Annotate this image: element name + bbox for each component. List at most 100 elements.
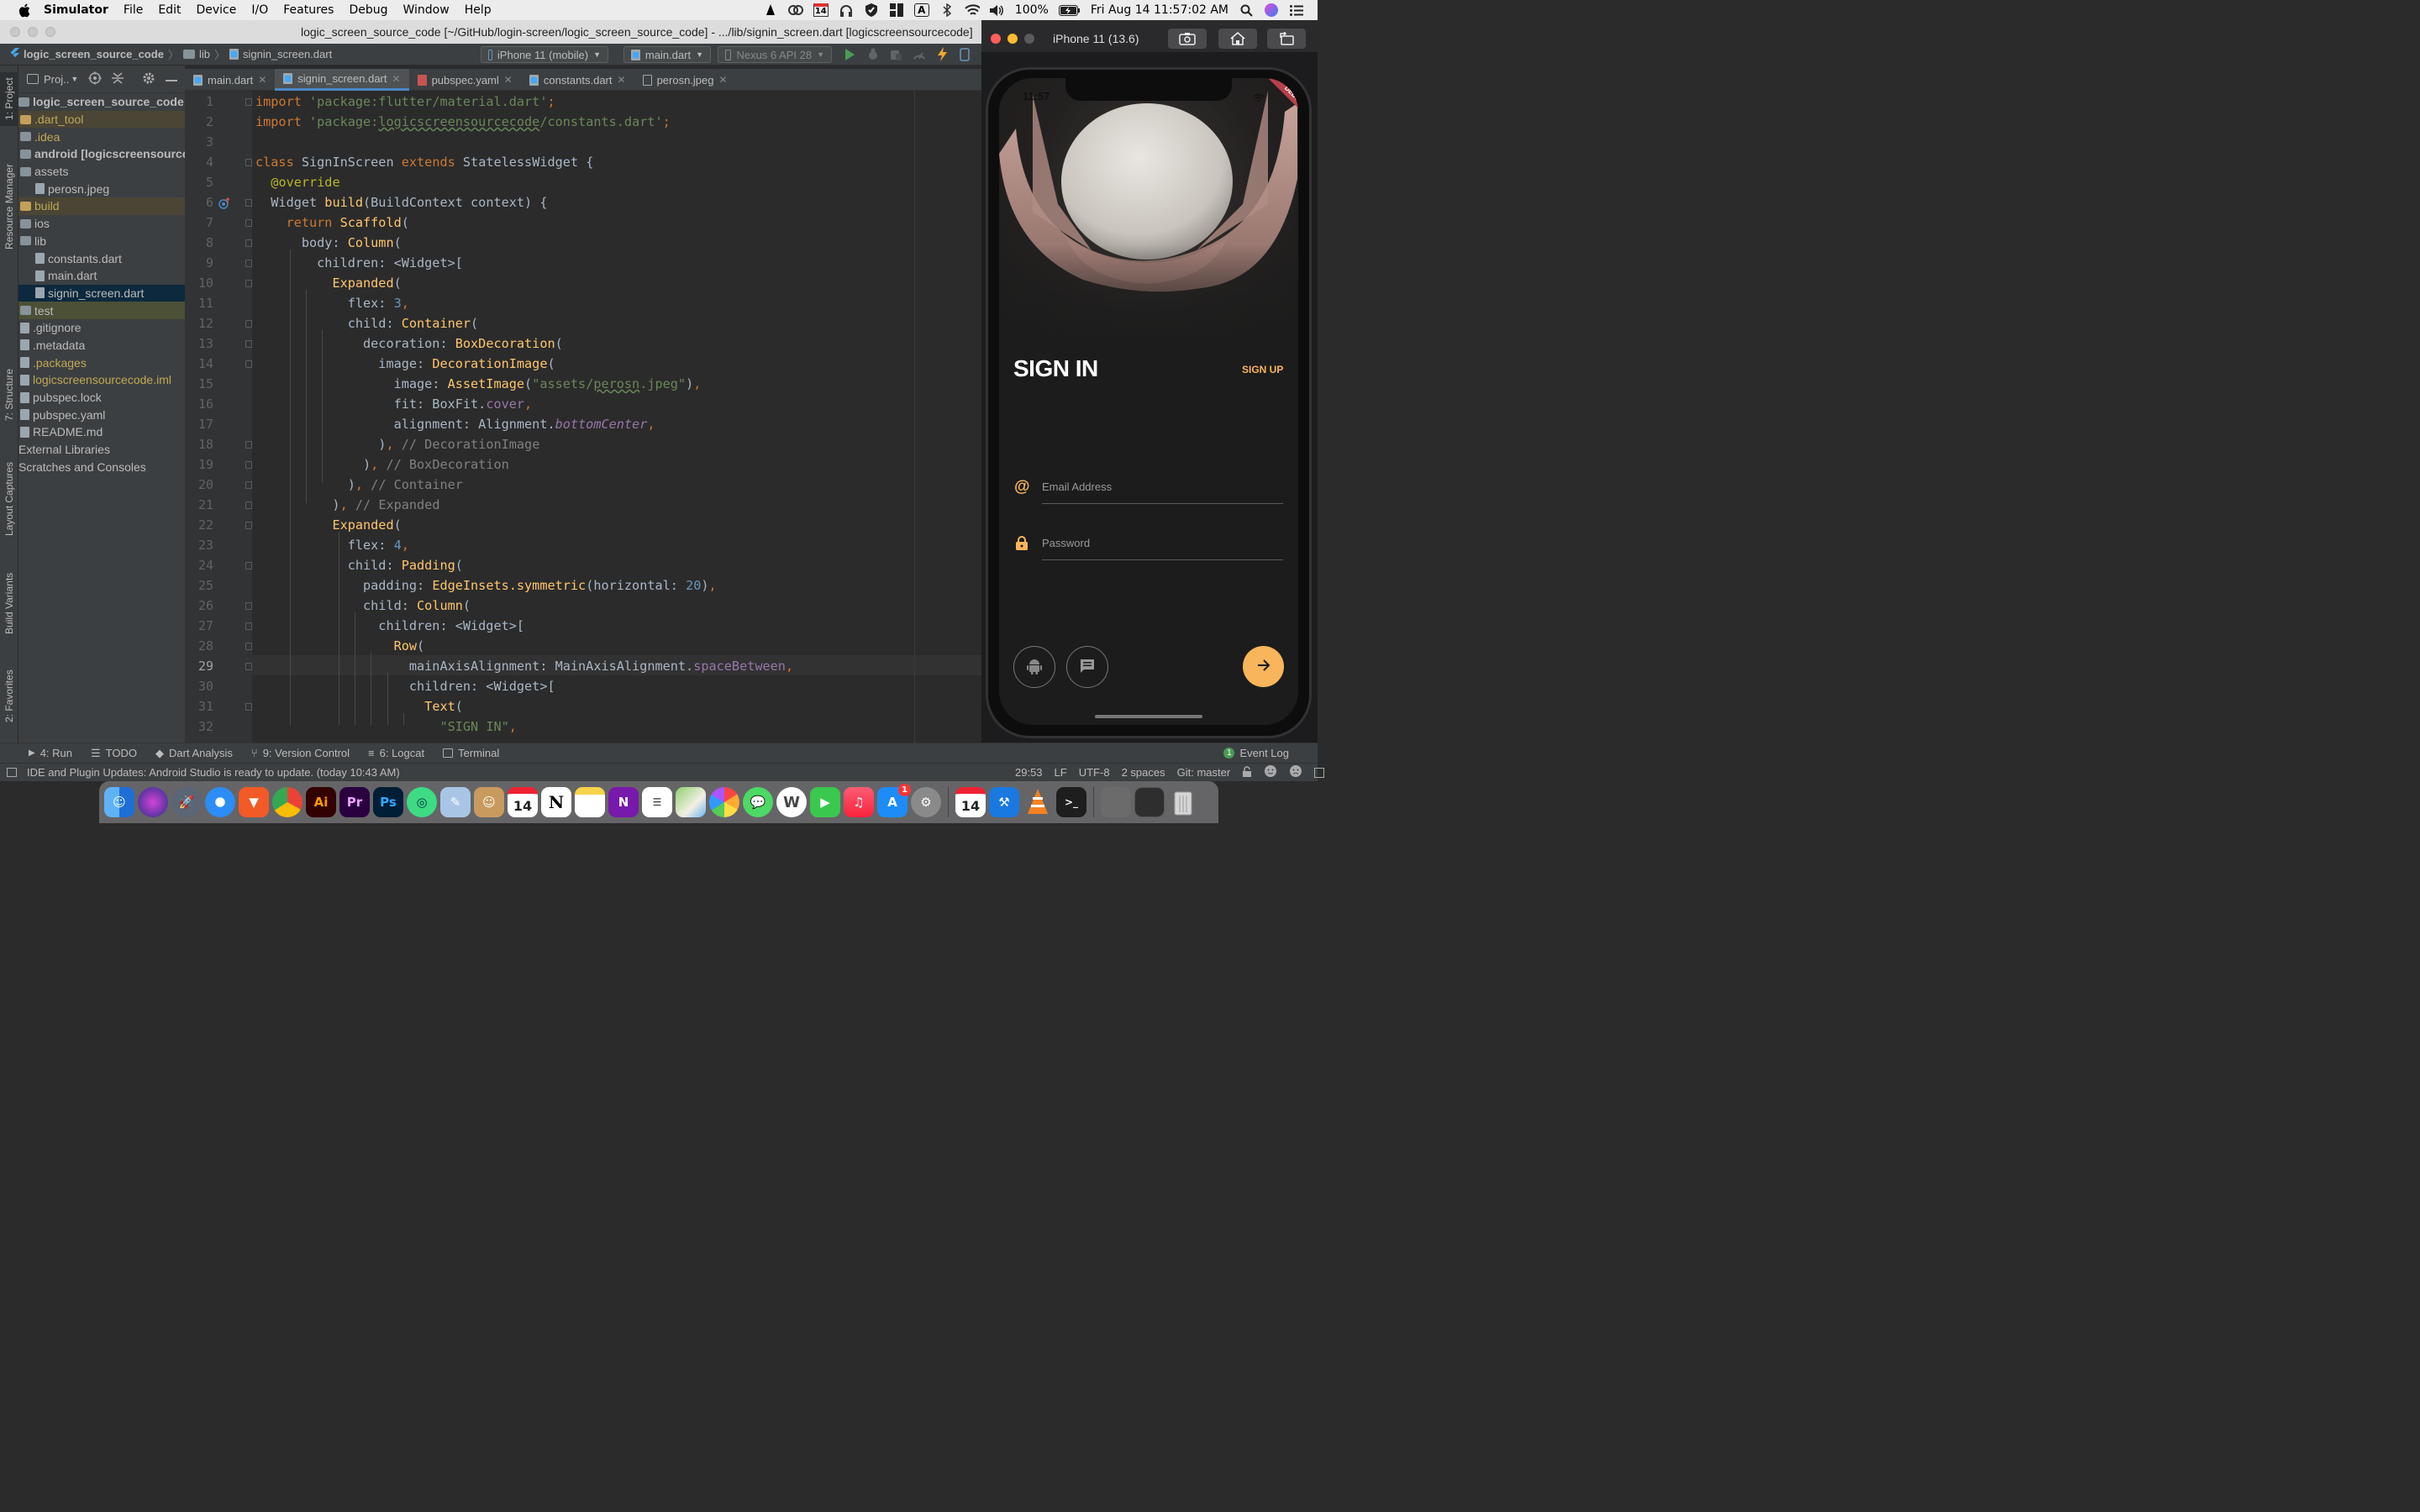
fold-marker-icon[interactable] bbox=[245, 320, 252, 328]
fold-marker-icon[interactable] bbox=[245, 159, 252, 166]
onenote-icon[interactable]: N bbox=[608, 787, 639, 817]
contacts-icon[interactable]: ☺ bbox=[474, 787, 504, 817]
tree-item[interactable]: pubspec.lock bbox=[18, 389, 185, 407]
line-number[interactable]: 17 bbox=[185, 414, 213, 434]
line-number[interactable]: 28 bbox=[185, 636, 213, 656]
line-number[interactable]: 27 bbox=[185, 616, 213, 636]
fold-marker-icon[interactable] bbox=[245, 360, 252, 368]
device-selector[interactable]: iPhone 11 (mobile) ▼ bbox=[481, 46, 608, 63]
avd-manager-icon[interactable] bbox=[960, 48, 970, 64]
close-icon[interactable]: ✕ bbox=[392, 73, 401, 85]
hide-panel-icon[interactable] bbox=[166, 73, 178, 86]
vlc-icon[interactable] bbox=[1023, 787, 1053, 817]
password-field[interactable]: Password bbox=[1042, 537, 1283, 562]
calendar-recent-icon[interactable]: 14 bbox=[955, 787, 986, 817]
fold-marker-icon[interactable] bbox=[245, 280, 252, 287]
fold-marker-icon[interactable] bbox=[245, 602, 252, 610]
tree-item[interactable]: signin_screen.dart bbox=[18, 284, 185, 302]
headphones-icon[interactable] bbox=[839, 3, 854, 17]
tree-item[interactable]: pubspec.yaml bbox=[18, 406, 185, 423]
line-number[interactable]: 19 bbox=[185, 454, 213, 475]
code-line[interactable]: @override bbox=[255, 172, 339, 192]
fold-marker-icon[interactable] bbox=[245, 663, 252, 670]
menu-edit[interactable]: Edit bbox=[158, 3, 181, 17]
toolwindow-terminal[interactable]: Terminal bbox=[443, 747, 499, 759]
tree-item[interactable]: logicscreensourcecode.iml bbox=[18, 371, 185, 389]
line-number[interactable]: 10 bbox=[185, 273, 213, 293]
sim-minimize-button[interactable] bbox=[1007, 34, 1018, 44]
tree-item[interactable]: logic_screen_source_code [logi bbox=[18, 93, 185, 111]
tab-resource-manager[interactable]: Resource Manager bbox=[0, 156, 18, 257]
tree-item[interactable]: .gitignore bbox=[18, 319, 185, 337]
spotlight-search-icon[interactable] bbox=[1239, 3, 1254, 17]
tab-layout-captures[interactable]: Layout Captures bbox=[0, 454, 18, 544]
tree-item[interactable]: main.dart bbox=[18, 267, 185, 285]
fold-marker-icon[interactable] bbox=[245, 481, 252, 489]
profile-icon[interactable] bbox=[913, 48, 926, 64]
siri-icon[interactable] bbox=[1264, 3, 1279, 17]
line-number[interactable]: 1 bbox=[185, 92, 213, 112]
code-line[interactable]: ), // Container bbox=[255, 475, 463, 495]
reminders-icon[interactable]: ☰ bbox=[642, 787, 672, 817]
clock[interactable]: Fri Aug 14 11:57:02 AM bbox=[1091, 3, 1228, 17]
feedback-face-icon[interactable] bbox=[1289, 764, 1302, 780]
close-window-button[interactable] bbox=[10, 27, 20, 37]
facetime-icon[interactable]: ▶ bbox=[810, 787, 840, 817]
code-line[interactable]: ), // Expanded bbox=[255, 495, 439, 515]
chevron-down-icon[interactable]: ▼ bbox=[71, 75, 78, 83]
line-number[interactable]: 11 bbox=[185, 293, 213, 313]
tree-item[interactable]: .packages bbox=[18, 354, 185, 371]
line-number[interactable]: 16 bbox=[185, 394, 213, 414]
attach-debugger-icon[interactable] bbox=[889, 48, 902, 64]
tree-item[interactable]: test bbox=[18, 302, 185, 319]
tab-project[interactable]: 1: Project bbox=[0, 72, 18, 126]
premiere-icon[interactable]: Pr bbox=[339, 787, 370, 817]
toolwindow-logcat[interactable]: ≡ 6: Logcat bbox=[368, 747, 424, 759]
tab-main-dart[interactable]: main.dart ✕ bbox=[185, 69, 275, 91]
line-number[interactable]: 7 bbox=[185, 213, 213, 233]
tab-favorites[interactable]: 2: Favorites bbox=[0, 660, 18, 732]
code-line[interactable]: Expanded( bbox=[255, 273, 401, 293]
line-number[interactable]: 12 bbox=[185, 313, 213, 333]
tree-item[interactable]: README.md bbox=[18, 423, 185, 441]
run-config-selector[interactable]: main.dart ▼ bbox=[623, 46, 711, 63]
line-number[interactable]: 30 bbox=[185, 676, 213, 696]
maps-icon[interactable] bbox=[676, 787, 706, 817]
terminal-app-icon[interactable]: >_ bbox=[1056, 787, 1086, 817]
code-line[interactable]: flex: 4, bbox=[255, 535, 409, 555]
battery-charging-icon[interactable] bbox=[1058, 3, 1081, 17]
minimize-window-button[interactable] bbox=[28, 27, 38, 37]
line-number[interactable]: 23 bbox=[185, 535, 213, 555]
app-store-icon[interactable]: A 1 bbox=[877, 784, 911, 817]
notes-icon[interactable] bbox=[575, 787, 605, 817]
code-line[interactable]: child: Container( bbox=[255, 313, 478, 333]
menu-features[interactable]: Features bbox=[283, 3, 334, 17]
line-number[interactable]: 4 bbox=[185, 152, 213, 172]
launchpad-icon[interactable]: 🚀 bbox=[171, 787, 202, 817]
chat-login-button[interactable] bbox=[1066, 646, 1108, 688]
line-number[interactable]: 20 bbox=[185, 475, 213, 495]
fold-marker-icon[interactable] bbox=[245, 340, 252, 348]
fold-marker-icon[interactable] bbox=[245, 562, 252, 570]
home-button[interactable] bbox=[1218, 29, 1257, 49]
line-separator[interactable]: LF bbox=[1055, 766, 1067, 779]
fold-marker-icon[interactable] bbox=[245, 461, 252, 469]
tree-item[interactable]: constants.dart bbox=[18, 249, 185, 267]
downloads-stack-icon[interactable] bbox=[1101, 787, 1131, 817]
creative-cloud-icon[interactable] bbox=[787, 3, 803, 17]
menu-app-name[interactable]: Simulator bbox=[44, 3, 108, 17]
line-number[interactable]: 32 bbox=[185, 717, 213, 737]
apple-logo-icon[interactable] bbox=[17, 3, 32, 18]
line-number[interactable]: 25 bbox=[185, 575, 213, 596]
indent-setting[interactable]: 2 spaces bbox=[1122, 766, 1165, 779]
tab-perosn-jpeg[interactable]: perosn.jpeg ✕ bbox=[634, 69, 736, 91]
recent-stack-icon[interactable] bbox=[1134, 787, 1165, 817]
lock-icon[interactable] bbox=[1242, 765, 1252, 780]
tree-item[interactable]: .metadata bbox=[18, 337, 185, 354]
code-line[interactable]: Text( bbox=[255, 696, 463, 717]
line-number[interactable]: 15 bbox=[185, 374, 213, 394]
grid-tray-icon[interactable] bbox=[889, 3, 904, 17]
override-gutter-icon[interactable] bbox=[218, 197, 230, 212]
tree-item[interactable]: Scratches and Consoles bbox=[18, 458, 185, 475]
fold-marker-icon[interactable] bbox=[245, 643, 252, 650]
